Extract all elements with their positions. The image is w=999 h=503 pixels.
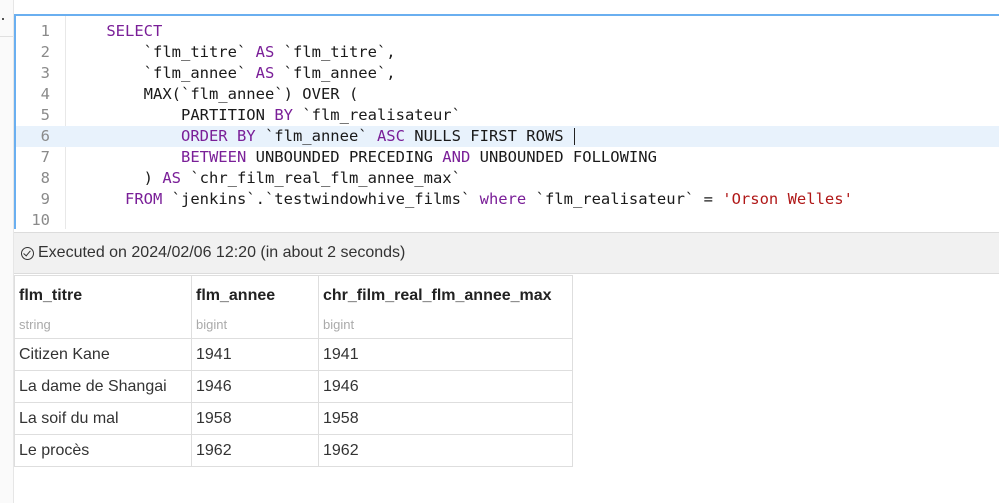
sql-token: `flm_realisateur`: [292, 106, 461, 124]
sql-keyword: AS: [255, 43, 275, 61]
table-cell: 1962: [318, 434, 573, 467]
table-row: Le procès 1962 1962: [14, 434, 573, 467]
column-header[interactable]: flm_titre string: [14, 275, 192, 339]
code-text: BETWEEN UNBOUNDED PRECEDING AND UNBOUNDE…: [69, 147, 657, 168]
panel-divider: [0, 36, 13, 37]
line-number: 4: [40, 85, 50, 103]
line-number: 6: [40, 127, 50, 145]
column-name: chr_film_real_flm_annee_max: [323, 287, 552, 304]
line-number: 9: [40, 190, 50, 208]
sql-token: ): [69, 169, 163, 187]
check-circle-icon: [21, 246, 34, 260]
panel-dot: [2, 18, 4, 20]
code-text: SELECT: [69, 21, 162, 42]
sql-token: MAX(`flm_annee`) OVER (: [69, 85, 359, 103]
line-number: 1: [40, 22, 50, 40]
table-cell: Le procès: [14, 434, 192, 467]
code-line[interactable]: 7 BETWEEN UNBOUNDED PRECEDING AND UNBOUN…: [16, 147, 999, 168]
sql-editor[interactable]: 1 SELECT 2 `flm_titre` AS `flm_titre`, 3 `…: [14, 14, 999, 229]
sql-token: `flm_titre`,: [274, 43, 396, 61]
table-cell: 1946: [318, 370, 573, 403]
text-cursor: [573, 128, 575, 145]
column-header[interactable]: chr_film_real_flm_annee_max bigint: [318, 275, 573, 339]
line-number: 10: [31, 211, 50, 229]
results-header-row: flm_titre string flm_annee bigint chr_fi…: [14, 275, 573, 339]
sql-token: `jenkins`.`testwindowhive_films`: [162, 190, 480, 208]
sql-keyword: FROM: [125, 190, 163, 208]
sql-keyword: SELECT: [106, 22, 163, 40]
column-type: bigint: [323, 317, 355, 332]
table-row: La dame de Shangai 1946 1946: [14, 370, 573, 403]
sql-keyword: AS: [162, 169, 181, 187]
column-name: flm_annee: [196, 287, 276, 304]
table-cell: 1958: [318, 402, 573, 435]
column-header[interactable]: flm_annee bigint: [191, 275, 319, 339]
left-panel-edge: [0, 0, 14, 503]
code-line[interactable]: 8 ) AS `chr_film_real_flm_annee_max`: [16, 168, 999, 189]
sql-string: 'Orson Welles': [722, 190, 853, 208]
sql-token: `flm_annee`: [255, 127, 377, 145]
execution-status-bar: Executed on 2024/02/06 12:20 (in about 2…: [14, 232, 999, 274]
table-cell: 1941: [191, 338, 319, 371]
sql-keyword: AND: [442, 148, 471, 166]
code-line[interactable]: 2 `flm_titre` AS `flm_titre`,: [16, 42, 999, 63]
code-line[interactable]: 6 ORDER BY `flm_annee` ASC NULLS FIRST R…: [16, 126, 999, 147]
code-line[interactable]: 9 FROM `jenkins`.`testwindowhive_films` …: [16, 189, 999, 210]
sql-token: `flm_annee`,: [274, 64, 396, 82]
sql-token: `flm_titre`: [69, 43, 256, 61]
sql-token: NULLS FIRST ROWS: [404, 127, 573, 145]
table-row: Citizen Kane 1941 1941: [14, 338, 573, 371]
sql-keyword: where: [479, 190, 527, 208]
table-cell: La dame de Shangai: [14, 370, 192, 403]
sql-token: UNBOUNDED PRECEDING: [246, 148, 443, 166]
table-cell: 1958: [191, 402, 319, 435]
code-text: `flm_titre` AS `flm_titre`,: [69, 42, 396, 63]
table-cell: Citizen Kane: [14, 338, 192, 371]
sql-token: PARTITION: [69, 106, 275, 124]
code-text: `flm_annee` AS `flm_annee`,: [69, 63, 396, 84]
column-type: string: [19, 317, 51, 332]
code-text: ) AS `chr_film_real_flm_annee_max`: [69, 168, 461, 189]
column-name: flm_titre: [19, 287, 83, 304]
sql-keyword: AS: [255, 64, 275, 82]
sql-token: UNBOUNDED FOLLOWING: [470, 148, 657, 166]
code-line[interactable]: 10: [16, 210, 999, 229]
code-line[interactable]: 1 SELECT: [16, 21, 999, 42]
sql-keyword: ASC: [376, 127, 405, 145]
sql-keyword: ORDER BY: [180, 127, 256, 145]
sql-token: `flm_annee`: [69, 64, 256, 82]
execution-status-text: Executed on 2024/02/06 12:20 (in about 2…: [38, 244, 406, 261]
line-number: 5: [40, 106, 50, 124]
table-cell: La soif du mal: [14, 402, 192, 435]
sql-keyword: BY: [274, 106, 293, 124]
results-table: flm_titre string flm_annee bigint chr_fi…: [14, 275, 573, 467]
code-line[interactable]: 5 PARTITION BY `flm_realisateur`: [16, 105, 999, 126]
line-number: 7: [40, 148, 50, 166]
column-type: bigint: [196, 317, 228, 332]
sql-keyword: BETWEEN: [180, 148, 247, 166]
code-text: PARTITION BY `flm_realisateur`: [69, 105, 461, 126]
line-number: 8: [40, 169, 50, 187]
table-row: La soif du mal 1958 1958: [14, 402, 573, 435]
table-cell: 1946: [191, 370, 319, 403]
code-line[interactable]: 4 MAX(`flm_annee`) OVER (: [16, 84, 999, 105]
table-cell: 1941: [318, 338, 573, 371]
code-text: FROM `jenkins`.`testwindowhive_films` wh…: [69, 189, 853, 210]
sql-token: `flm_realisateur` =: [526, 190, 723, 208]
line-number: 3: [40, 64, 50, 82]
table-cell: 1962: [191, 434, 319, 467]
code-text: MAX(`flm_annee`) OVER (: [69, 84, 359, 105]
sql-token: `chr_film_real_flm_annee_max`: [181, 169, 461, 187]
line-number: 2: [40, 43, 50, 61]
code-line[interactable]: 3 `flm_annee` AS `flm_annee`,: [16, 63, 999, 84]
code-text: ORDER BY `flm_annee` ASC NULLS FIRST ROW…: [69, 126, 575, 147]
